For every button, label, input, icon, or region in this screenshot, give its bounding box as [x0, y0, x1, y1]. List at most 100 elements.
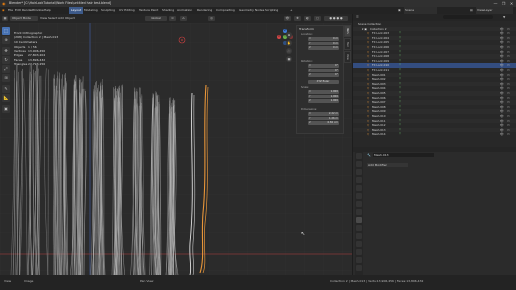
snap-magnet-icon[interactable]: ⌂	[180, 16, 187, 21]
tab-item[interactable]: Item	[344, 25, 351, 37]
rotation-y-field[interactable]: Y 0°	[308, 68, 339, 73]
physics-props-icon[interactable]	[356, 233, 362, 239]
tab-geometry-nodes[interactable]: Geometry Nodes	[239, 7, 264, 14]
shading-modes[interactable]: ● ● ● ●	[324, 16, 348, 21]
minimize-button[interactable]: —	[493, 1, 498, 6]
dimensions-x-field[interactable]: X 2.22 m	[308, 112, 339, 116]
stat-label: Triangles	[14, 62, 28, 67]
close-button[interactable]: ✕	[509, 1, 514, 6]
camera-view-icon[interactable]: 🎥	[286, 48, 292, 54]
blender-menu-icon[interactable]: ◉	[2, 7, 5, 14]
overlay-toggle-icon[interactable]: ◐	[304, 16, 311, 21]
annotate-icon[interactable]: ✎	[2, 85, 10, 93]
axis-label: Y	[309, 116, 311, 120]
scene-props-icon[interactable]	[356, 185, 362, 191]
texture-props-icon[interactable]	[356, 265, 362, 271]
dimensions-y-field[interactable]: Y 1.26 m	[308, 116, 339, 121]
zoom-icon[interactable]: ⊕	[286, 32, 292, 38]
tab-modeling[interactable]: Modeling	[84, 7, 98, 14]
viewport-header: ▦ Object Mode View Select Add Object Glo…	[0, 14, 352, 27]
tab-shading[interactable]: Shading	[162, 7, 174, 14]
menu-view[interactable]: View	[40, 14, 47, 23]
tab-texture-paint[interactable]: Texture Paint	[139, 7, 158, 14]
maximize-button[interactable]: ❐	[501, 1, 506, 6]
outliner-item[interactable]: ▽ Mesh.014 ▽ 👁 ▭	[353, 132, 516, 137]
object-name-field[interactable]: Mesh.013	[373, 153, 434, 157]
select-box-icon[interactable]: ⬚	[2, 27, 10, 35]
scale-icon[interactable]: ⤢	[2, 65, 10, 73]
menu-add[interactable]: Add	[58, 14, 64, 23]
world-props-icon[interactable]	[356, 193, 362, 199]
properties-tabs	[355, 152, 363, 275]
mode-selector[interactable]: Object Mode	[10, 16, 38, 21]
xray-toggle-icon[interactable]: ▢	[314, 16, 321, 21]
pivot-point-icon[interactable]: ⊙	[169, 16, 176, 21]
constraints-props-icon[interactable]	[356, 241, 362, 247]
location-x-field[interactable]: X 0 m	[308, 37, 339, 41]
proportional-edit-icon[interactable]: ◎	[208, 16, 215, 21]
menu-select[interactable]: Select	[48, 14, 57, 23]
scale-x-field[interactable]: X 1.000	[308, 90, 339, 94]
filter-icon[interactable]: ▼	[503, 15, 505, 19]
particles-props-icon[interactable]	[356, 225, 362, 231]
gizmo-x-axis-icon[interactable]: X	[277, 35, 281, 39]
tab-animation[interactable]: Animation	[177, 7, 192, 14]
title-bar: ◉ Blender* [C:\HairLockTutorial\Work Fil…	[0, 0, 516, 7]
data-props-icon[interactable]	[356, 249, 362, 255]
location-y-field[interactable]: Y 0 m	[308, 41, 339, 46]
rotation-z-field[interactable]: Z 0°	[308, 73, 339, 77]
outliner-search-input[interactable]	[443, 15, 493, 19]
scene-selector[interactable]: Scene	[404, 7, 437, 14]
visibility-icon[interactable]: 👁	[284, 16, 291, 21]
menu-file[interactable]: File	[8, 7, 13, 14]
gizmo-toggle-icon[interactable]: ✥	[294, 16, 301, 21]
mesh-data-icon[interactable]: ▽	[399, 132, 401, 137]
object-props-icon[interactable]	[356, 209, 362, 215]
wrench-icon: 🔧	[367, 153, 371, 157]
rotation-x-field[interactable]: X 0°	[308, 64, 339, 68]
tab-rendering[interactable]: Rendering	[197, 7, 212, 14]
tab-compositing[interactable]: Compositing	[216, 7, 235, 14]
menu-object[interactable]: Object	[65, 14, 75, 23]
collection-props-icon[interactable]	[356, 201, 362, 207]
view-layer-props-icon[interactable]	[356, 177, 362, 183]
tool-props-icon[interactable]	[356, 153, 362, 159]
menu-window[interactable]: Window	[32, 7, 44, 14]
location-z-field[interactable]: Z 0 m	[308, 46, 339, 50]
dimensions-z-field[interactable]: Z 6.82 cm	[308, 121, 339, 125]
transform-orientation-selector[interactable]: Global	[145, 16, 167, 21]
output-props-icon[interactable]	[356, 169, 362, 175]
editor-type-icon[interactable]: ▦	[2, 16, 8, 21]
stat-row: Triangles27,793,256	[14, 62, 58, 66]
add-workspace-icon[interactable]: +	[290, 7, 293, 14]
rotate-icon[interactable]: ↻	[2, 56, 10, 64]
transform-section-header[interactable]: Transform	[299, 27, 314, 31]
rotation-mode-select[interactable]: XYZ Euler	[308, 80, 339, 84]
menu-edit[interactable]: Edit	[15, 7, 21, 14]
add-cube-icon[interactable]: ▣	[2, 105, 10, 113]
menu-help[interactable]: Help	[44, 7, 51, 14]
tab-uv-editing[interactable]: UV Editing	[119, 7, 135, 14]
tab-sculpting[interactable]: Sculpting	[101, 7, 115, 14]
view-layer-selector[interactable]: ViewLayer	[476, 7, 513, 14]
modifier-props-icon[interactable]	[356, 217, 362, 223]
tab-view[interactable]: View	[344, 51, 351, 63]
add-modifier-button[interactable]: Add Modifier	[367, 163, 408, 167]
eye-icon[interactable]: 👁	[500, 132, 504, 137]
tab-tool[interactable]: Tool	[344, 38, 351, 50]
perspective-toggle-icon[interactable]: ▦	[286, 56, 292, 62]
scale-z-field[interactable]: Z 1.000	[308, 99, 339, 103]
cursor-icon[interactable]: ⊕	[2, 36, 10, 44]
camera-icon[interactable]: ▭	[507, 132, 510, 137]
tab-layout[interactable]: Layout	[69, 7, 84, 14]
outliner-editor-icon[interactable]: ☰	[356, 15, 359, 19]
move-icon[interactable]: ✥	[2, 47, 10, 55]
measure-icon[interactable]: 📐	[2, 94, 10, 102]
tab-scripting[interactable]: Scripting	[265, 7, 278, 14]
render-props-icon[interactable]	[356, 161, 362, 167]
pan-hand-icon[interactable]: ✋	[286, 40, 292, 46]
scale-y-field[interactable]: Y 1.000	[308, 94, 339, 99]
material-props-icon[interactable]	[356, 257, 362, 263]
field-value: 0°	[335, 64, 338, 67]
transform-icon[interactable]: ⊞	[2, 74, 10, 82]
